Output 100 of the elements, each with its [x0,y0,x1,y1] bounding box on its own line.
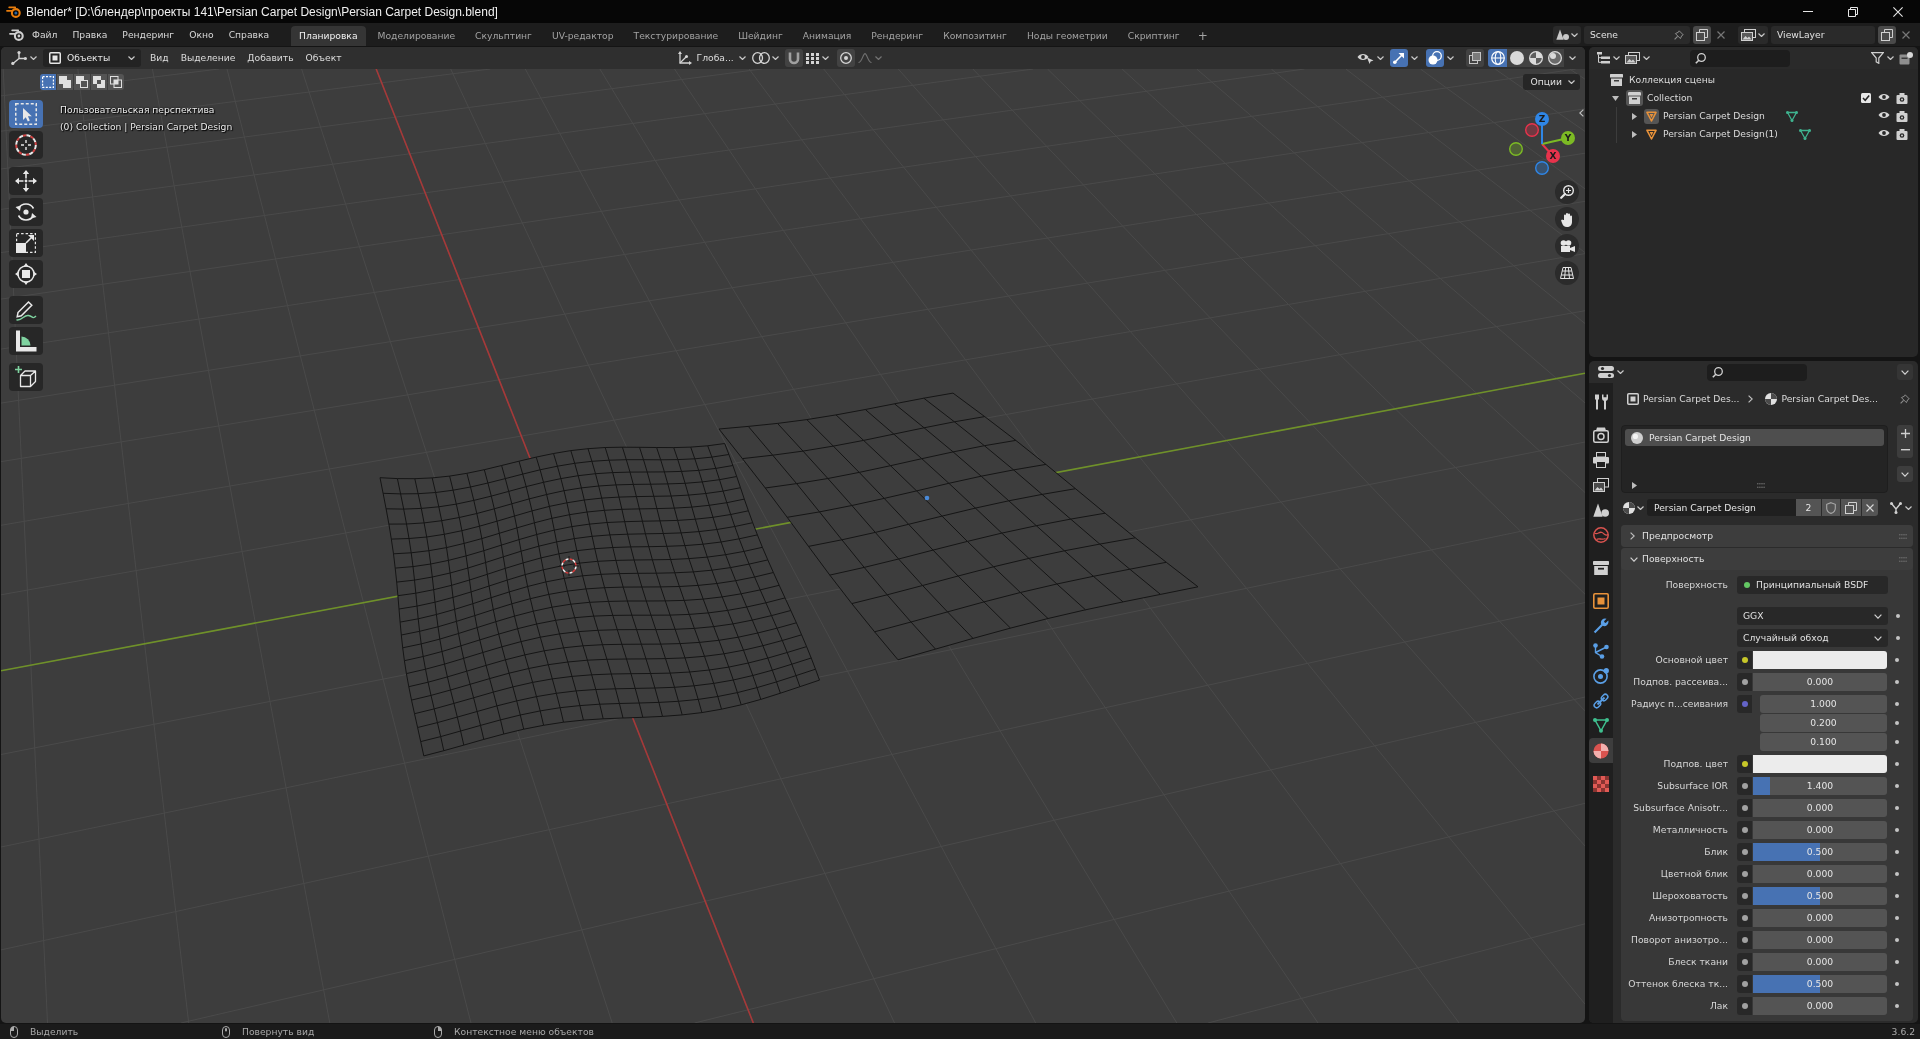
triangle-vertices-icon[interactable] [1785,110,1798,122]
number-field[interactable]: 0.000 [1753,909,1887,927]
editor-type-button[interactable] [1598,363,1624,381]
workspace-tab[interactable]: Ноды геометрии [1018,26,1116,46]
select-mode-button[interactable] [91,74,107,90]
number-field[interactable]: 1.400 [1753,777,1887,795]
number-field[interactable]: 0.500 [1753,843,1887,861]
eye-icon[interactable] [1878,110,1890,119]
triangle-vertices-icon[interactable] [1798,128,1811,140]
select-mode-button[interactable] [108,74,124,90]
tool-button[interactable] [9,296,43,324]
socket-button[interactable] [1737,821,1752,839]
disclosure-triangle-icon[interactable] [1632,481,1637,489]
keyframe-dot-icon[interactable] [1895,850,1899,854]
workspace-tab[interactable]: Текстурирование [625,26,727,46]
disclosure-triangle-icon[interactable] [1612,95,1619,101]
socket-button[interactable] [1737,799,1752,817]
zoom-button[interactable] [1555,180,1579,204]
filter-dropdown[interactable] [1871,49,1894,67]
keyframe-dot-icon[interactable] [1895,721,1899,725]
options-dropdown[interactable]: Опции [1522,74,1580,90]
editor-type-button[interactable] [11,49,37,67]
material-name-field[interactable]: Persian Carpet Design [1647,499,1796,516]
workspace-tab[interactable]: Моделирование [369,26,464,46]
keyframe-dot-icon[interactable] [1896,636,1900,640]
tool-button[interactable] [9,327,43,355]
menu-item[interactable]: Правка [67,25,113,44]
keyframe-dot-icon[interactable] [1895,982,1899,986]
keyframe-dot-icon[interactable] [1895,894,1899,898]
socket-button[interactable] [1737,651,1752,669]
camera-view-button[interactable] [1555,234,1579,258]
number-field[interactable]: 0.000 [1753,865,1887,883]
select-mode-button[interactable] [74,74,90,90]
keyframe-dot-icon[interactable] [1895,1004,1899,1008]
shading-mode-button[interactable] [1488,49,1507,67]
color-swatch-field[interactable] [1753,651,1887,669]
socket-button[interactable] [1737,777,1752,795]
select-mode-button[interactable] [57,74,73,90]
menu-item[interactable]: Объект [299,49,348,67]
workspace-tab[interactable]: Композитинг [935,26,1015,46]
view-filter-dropdown[interactable] [1625,49,1650,67]
camera-icon[interactable] [1896,128,1908,140]
tool-button[interactable] [9,363,43,391]
number-field[interactable]: 0.100 [1760,733,1887,751]
material-slot[interactable]: Persian Carpet Design [1625,429,1884,446]
overlays-toggle[interactable] [1426,49,1444,67]
add-workspace-button[interactable]: + [1191,26,1214,46]
keyframe-dot-icon[interactable] [1896,614,1900,618]
socket-button[interactable] [1737,865,1752,883]
number-field[interactable]: 0.500 [1753,975,1887,993]
disclosure-triangle-icon[interactable] [1632,130,1637,138]
shading-mode-button[interactable] [1545,49,1564,67]
grip-icon[interactable] [1899,556,1907,562]
unlink-material-button[interactable] [1862,499,1878,516]
keyframe-dot-icon[interactable] [1895,828,1899,832]
archive-box-icon[interactable] [1626,90,1643,106]
keyframe-dot-icon[interactable] [1895,916,1899,920]
grip-icon[interactable] [1756,482,1765,488]
tool-button[interactable] [9,229,43,257]
keyframe-dot-icon[interactable] [1895,872,1899,876]
chevron-left-icon[interactable] [1579,109,1584,117]
pan-button[interactable] [1555,207,1579,231]
menu-item[interactable]: Добавить [241,49,300,67]
blender-logo-icon[interactable] [9,28,24,41]
dropdown[interactable]: GGX [1737,607,1888,625]
number-field[interactable]: 0.000 [1753,821,1887,839]
pivot-dropdown[interactable] [751,49,779,67]
scene-browse-button[interactable] [1553,25,1581,44]
keyframe-dot-icon[interactable] [1895,740,1899,744]
caret-icon[interactable] [1569,56,1576,60]
keyframe-dot-icon[interactable] [1895,938,1899,942]
keyframe-dot-icon[interactable] [1895,658,1899,662]
xray-toggle[interactable] [1466,49,1484,67]
view-layer-browse-button[interactable] [1738,25,1768,44]
new-scene-button[interactable] [1693,25,1711,44]
eye-icon[interactable] [1878,128,1890,137]
search-field[interactable] [1707,363,1807,381]
fake-user-button[interactable] [1822,499,1840,516]
scene-name-field[interactable]: Scene [1584,25,1690,44]
workspace-tab[interactable]: Скульптинг [467,26,540,46]
shading-mode-button[interactable] [1507,49,1526,67]
caret-icon[interactable] [1411,56,1418,60]
dropdown[interactable]: Случайный обход [1737,629,1888,647]
grip-icon[interactable] [1899,533,1907,539]
panel-header[interactable]: Поверхность [1621,548,1913,570]
menu-item[interactable]: Выделение [174,49,242,67]
duplicate-material-button[interactable] [1841,499,1861,516]
socket-button[interactable] [1737,975,1752,993]
workspace-tab[interactable]: Скриптинг [1119,26,1188,46]
number-field[interactable]: 0.000 [1753,799,1887,817]
shading-mode-button[interactable] [1526,49,1545,67]
user-count-button[interactable]: 2 [1796,499,1821,516]
outliner-item[interactable]: Persian Carpet Design [1663,111,1765,121]
checkbox[interactable] [1861,92,1871,103]
socket-button[interactable] [1737,755,1752,773]
keyframe-dot-icon[interactable] [1895,960,1899,964]
triangle-icon[interactable] [1644,108,1659,124]
number-field[interactable]: 0.000 [1753,673,1887,691]
caret-icon[interactable] [1447,56,1454,60]
menu-item[interactable]: Справка [223,25,275,44]
